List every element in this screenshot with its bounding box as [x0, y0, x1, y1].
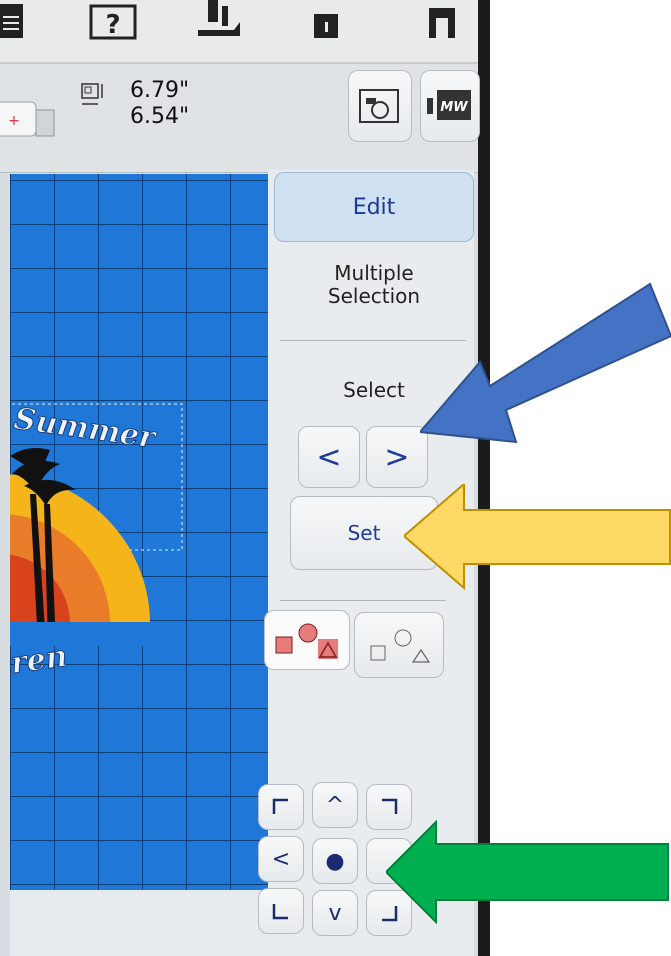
corner-down-left-icon	[272, 904, 288, 920]
screen-bezel	[478, 0, 490, 956]
move-down-button[interactable]: v	[312, 890, 358, 936]
select-previous-button[interactable]: <	[298, 426, 360, 488]
top-toolbar: ?	[0, 0, 478, 64]
svg-text:MW: MW	[440, 100, 468, 115]
hoop-size-icon: +	[0, 96, 60, 144]
corner-up-right-icon	[382, 798, 398, 814]
camera-button[interactable]	[348, 70, 412, 142]
move-left-button[interactable]: <	[258, 836, 304, 882]
deselect-all-button[interactable]	[354, 612, 444, 678]
design-size-icon	[76, 82, 108, 122]
yellow-annotation-arrow	[404, 484, 671, 590]
svg-text:+: +	[8, 113, 20, 129]
green-annotation-arrow	[386, 820, 671, 924]
design-height-value: 6.54"	[130, 104, 190, 129]
shapes-unselected-icon	[370, 629, 431, 663]
video-button[interactable]: MW	[420, 70, 480, 142]
design-width-value: 6.79"	[130, 78, 190, 103]
select-next-button[interactable]: >	[366, 426, 428, 488]
divider	[280, 600, 446, 601]
presser-foot-icon[interactable]	[192, 0, 248, 44]
video-icon: MW	[427, 90, 471, 120]
blue-annotation-arrow	[420, 282, 671, 464]
shapes-selected-icon	[275, 623, 338, 659]
move-up-left-button[interactable]	[258, 784, 304, 830]
center-button[interactable]: ●	[312, 838, 358, 884]
canvas-footer	[10, 890, 268, 956]
home-icon[interactable]	[422, 0, 462, 44]
camera-icon	[359, 89, 399, 123]
corner-up-left-icon	[272, 798, 288, 814]
edit-tab[interactable]: Edit	[274, 172, 474, 242]
select-all-button[interactable]	[264, 610, 350, 670]
move-down-left-button[interactable]	[258, 888, 304, 934]
help-icon[interactable]: ?	[86, 0, 142, 44]
document-icon[interactable]	[0, 0, 32, 44]
design-text-bottom: ren	[10, 639, 70, 682]
design-artwork: Summer ren	[10, 401, 183, 682]
embroidery-canvas[interactable]: Summer ren	[10, 174, 268, 890]
design-text-top: Summer	[12, 401, 160, 456]
svg-text:?: ?	[105, 10, 120, 40]
lock-icon[interactable]	[306, 0, 346, 44]
move-up-button[interactable]: ^	[312, 782, 358, 828]
info-bar: + 6.79" 6.54" MW	[0, 64, 480, 173]
